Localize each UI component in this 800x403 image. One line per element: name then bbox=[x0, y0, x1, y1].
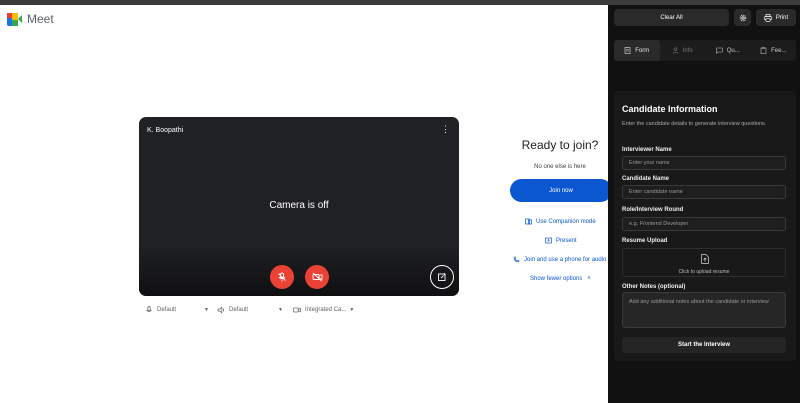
candidate-form-card: Candidate Information Enter the candidat… bbox=[614, 91, 796, 361]
chevron-down-icon: ▼ bbox=[349, 307, 355, 313]
tab-questions[interactable]: Qu... bbox=[705, 40, 751, 61]
companion-icon bbox=[525, 218, 532, 225]
upload-file-icon bbox=[701, 254, 709, 264]
present-icon bbox=[545, 237, 552, 244]
resume-upload-label: Resume Upload bbox=[622, 238, 668, 244]
other-notes-textarea[interactable]: Add any additional notes about the candi… bbox=[622, 292, 786, 328]
resume-upload-dropzone[interactable]: Click to upload resume bbox=[622, 248, 786, 277]
tab-feedback[interactable]: Fee... bbox=[751, 40, 797, 61]
printer-icon bbox=[764, 13, 772, 22]
mic-off-icon bbox=[278, 272, 286, 282]
present-label: Present bbox=[556, 237, 577, 244]
meet-logo-icon bbox=[7, 12, 22, 26]
visual-effects-button[interactable] bbox=[430, 265, 454, 289]
other-notes-label: Other Notes (optional) bbox=[622, 284, 686, 290]
tab-info-label: Info bbox=[682, 47, 693, 54]
mic-toggle-button[interactable] bbox=[270, 265, 294, 289]
tab-feedback-label: Fee... bbox=[771, 47, 787, 54]
tab-form[interactable]: Form bbox=[614, 40, 660, 61]
microphone-value: Default bbox=[157, 307, 177, 313]
phone-audio-link[interactable]: Join and use a phone for audio bbox=[513, 256, 606, 263]
participant-name: K. Boopathi bbox=[147, 127, 184, 134]
tab-info[interactable]: Info bbox=[660, 40, 706, 61]
chevron-down-icon: ▼ bbox=[278, 307, 283, 313]
meet-logo: Meet bbox=[7, 12, 54, 26]
participants-status: No one else is here bbox=[534, 164, 586, 170]
gear-icon bbox=[739, 14, 746, 21]
present-link[interactable]: Present bbox=[545, 237, 577, 244]
phone-audio-label: Join and use a phone for audio bbox=[524, 256, 607, 263]
device-selectors: Default ▼ Default ▼ Integrated Ca... ▼ bbox=[145, 306, 354, 314]
resume-upload-hint: Click to upload resume bbox=[678, 269, 730, 275]
settings-button[interactable] bbox=[734, 9, 751, 26]
speaker-icon bbox=[217, 306, 224, 314]
speaker-select[interactable]: Default ▼ bbox=[217, 306, 283, 314]
start-interview-button[interactable]: Start the Interview bbox=[622, 337, 786, 353]
video-preview: K. Boopathi ⋮ Camera is off bbox=[139, 117, 459, 296]
person-icon bbox=[672, 47, 678, 54]
join-now-button[interactable]: Join now bbox=[510, 179, 612, 202]
card-subtitle: Enter the candidate details to generate … bbox=[622, 121, 767, 127]
visual-effects-icon bbox=[438, 272, 446, 281]
mic-icon bbox=[146, 306, 152, 312]
videocam-off-icon bbox=[312, 272, 322, 282]
interviewer-name-label: Interviewer Name bbox=[622, 147, 672, 153]
phone-icon bbox=[513, 256, 520, 263]
card-title: Candidate Information bbox=[622, 104, 718, 114]
show-fewer-options-label: Show fewer options bbox=[530, 276, 583, 282]
camera-toggle-button[interactable] bbox=[305, 265, 329, 289]
camera-value: Integrated Ca... bbox=[305, 307, 347, 313]
tab-questions-label: Qu... bbox=[726, 47, 740, 54]
more-vert-icon[interactable]: ⋮ bbox=[441, 125, 450, 134]
speaker-value: Default bbox=[229, 307, 249, 313]
print-button[interactable]: Print bbox=[756, 9, 796, 26]
panel-tabs: Form Info Qu... Fee... bbox=[614, 40, 796, 61]
chevron-down-icon: ▼ bbox=[204, 307, 209, 313]
chevron-up-icon: ˄ bbox=[587, 276, 591, 282]
interview-assistant-panel: Clear All Print Form Info Qu... Fee... C… bbox=[608, 5, 800, 403]
role-label: Role/Interview Round bbox=[622, 207, 684, 213]
companion-mode-label: Use Companion mode bbox=[536, 218, 596, 225]
clear-all-button[interactable]: Clear All bbox=[614, 9, 729, 26]
videocam-icon bbox=[293, 307, 301, 313]
role-input[interactable]: e.g. Frontend Developer bbox=[622, 217, 786, 231]
app-name: Meet bbox=[27, 12, 54, 26]
candidate-name-label: Candidate Name bbox=[622, 176, 670, 182]
candidate-name-input[interactable]: Enter candidate name bbox=[622, 185, 786, 199]
ready-heading: Ready to join? bbox=[521, 138, 599, 152]
form-icon bbox=[624, 47, 631, 54]
camera-off-label: Camera is off bbox=[269, 200, 329, 211]
clipboard-icon bbox=[760, 47, 767, 54]
chat-icon bbox=[716, 47, 723, 54]
tab-form-label: Form bbox=[635, 47, 650, 54]
camera-select[interactable]: Integrated Ca... ▼ bbox=[293, 306, 354, 314]
show-fewer-options-link[interactable]: Show fewer options ˄ bbox=[530, 276, 591, 282]
print-label: Print bbox=[775, 14, 789, 21]
companion-mode-link[interactable]: Use Companion mode bbox=[525, 218, 596, 225]
interviewer-name-input[interactable]: Enter your name bbox=[622, 156, 786, 170]
microphone-select[interactable]: Default ▼ bbox=[145, 306, 209, 314]
